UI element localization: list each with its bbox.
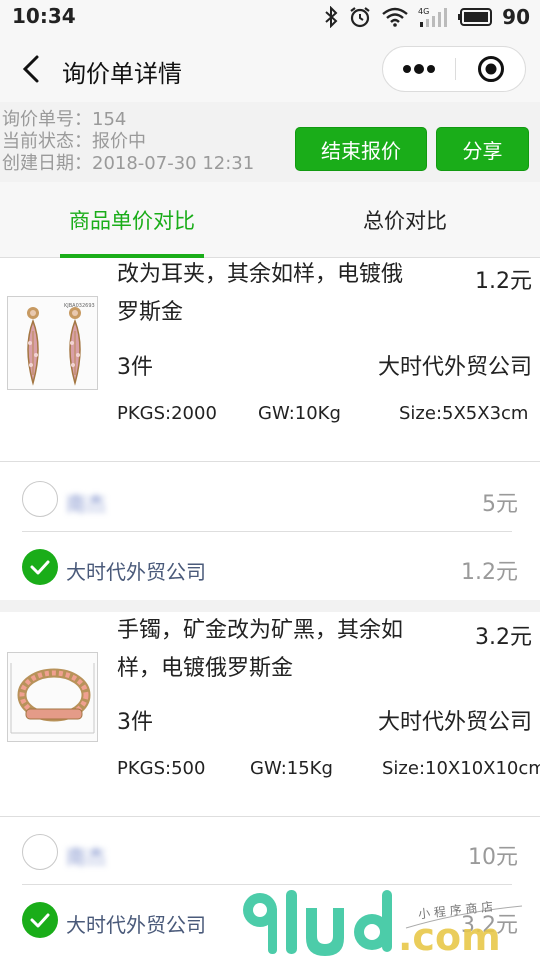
quote-selected-check-icon[interactable]: [22, 549, 58, 585]
tab-unit-price-compare[interactable]: 商品单价对比: [60, 182, 204, 258]
product-list: KJBA032693 改为耳夹，其余如样，电镀俄罗斯金 1.2元 3件 大时代外…: [0, 258, 540, 960]
inquiry-info: 询价单号：154 当前状态：报价中 创建日期：2018-07-30 12:31 …: [0, 102, 540, 182]
quote-supplier-name: 南杰: [66, 845, 106, 869]
product-price: 1.2元: [475, 269, 532, 294]
product-quantity: 3件: [117, 355, 153, 380]
quote-list: 南杰 5元 大时代外贸公司 1.2元: [0, 462, 540, 600]
divider: [22, 884, 512, 885]
battery-level: 90: [502, 5, 530, 29]
inquiry-created-date: 创建日期：2018-07-30 12:31: [2, 153, 255, 174]
share-button[interactable]: 分享: [436, 127, 529, 171]
quote-supplier-name: 大时代外贸公司: [66, 560, 206, 584]
wifi-icon: [382, 7, 408, 27]
more-icon[interactable]: [383, 47, 455, 91]
battery-icon: [458, 8, 493, 26]
quote-supplier-name: 大时代外贸公司: [66, 913, 206, 937]
quote-price: 3.2元: [461, 913, 518, 938]
svg-text:KJBA032693: KJBA032693: [64, 303, 95, 309]
product-card[interactable]: 手镯，矿金改为矿黑，其余如样，电镀俄罗斯金 3.2元 3件 大时代外贸公司 PK…: [0, 612, 540, 816]
quote-radio[interactable]: [22, 834, 58, 870]
product-quantity: 3件: [117, 710, 153, 735]
status-time: 10:34: [12, 4, 76, 28]
product-pkgs: PKGS:2000: [117, 403, 217, 424]
product-title: 改为耳夹，其余如样，电镀俄罗斯金: [117, 262, 404, 325]
page-title: 询价单详情: [62, 60, 182, 88]
product-image-bracelet: [7, 652, 98, 742]
signal-icon: 4G: [418, 7, 448, 27]
status-bar: 10:34 4G 90: [0, 0, 540, 34]
product-image-earrings: KJBA032693: [7, 296, 98, 390]
bluetooth-icon: [325, 6, 338, 28]
quote-radio[interactable]: [22, 481, 58, 517]
network-badge: 4G: [418, 7, 429, 16]
quote-selected-check-icon[interactable]: [22, 902, 58, 938]
tab-total-price-compare[interactable]: 总价对比: [340, 182, 470, 258]
card-gap: [0, 600, 540, 612]
quote-price: 10元: [468, 845, 518, 870]
product-gross-weight: GW:15Kg: [250, 758, 333, 779]
quote-price: 5元: [482, 492, 518, 517]
product-pkgs: PKGS:500: [117, 758, 206, 779]
target-icon[interactable]: [456, 47, 526, 91]
alarm-icon: [350, 7, 370, 28]
product-size: Size:5X5X3cm: [399, 403, 529, 424]
product-card[interactable]: KJBA032693 改为耳夹，其余如样，电镀俄罗斯金 1.2元 3件 大时代外…: [0, 258, 540, 461]
product-supplier: 大时代外贸公司: [377, 355, 532, 380]
compare-tabs: 商品单价对比 总价对比: [0, 182, 540, 258]
quote-list: 南杰 10元 大时代外贸公司 3.2元: [0, 817, 540, 960]
quote-supplier-name: 南杰: [66, 492, 106, 516]
divider: [22, 531, 512, 532]
product-title: 手镯，矿金改为矿黑，其余如样，电镀俄罗斯金: [117, 618, 404, 681]
mini-program-capsule: [382, 46, 526, 92]
back-icon[interactable]: [14, 50, 48, 88]
product-supplier: 大时代外贸公司: [377, 710, 532, 735]
end-quote-button[interactable]: 结束报价: [295, 127, 427, 171]
nav-bar: 询价单详情: [0, 34, 540, 102]
quote-price: 1.2元: [461, 560, 518, 585]
product-gross-weight: GW:10Kg: [258, 403, 341, 424]
product-price: 3.2元: [475, 625, 532, 650]
status-icons: 4G 90: [324, 4, 530, 30]
product-size: Size:10X10X10cm: [382, 758, 540, 779]
